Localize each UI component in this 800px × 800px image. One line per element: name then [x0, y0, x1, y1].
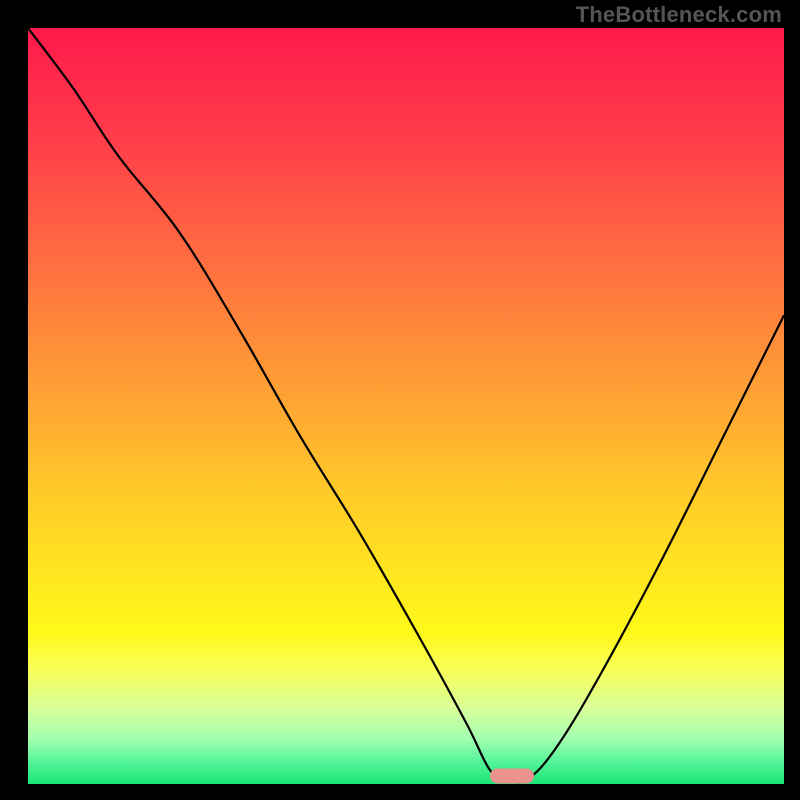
bottleneck-curve-path: [28, 28, 784, 783]
plot-area: [28, 28, 784, 784]
bottleneck-curve: [28, 28, 784, 784]
optimum-marker: [490, 769, 534, 784]
watermark-text: TheBottleneck.com: [576, 2, 782, 28]
chart-frame: TheBottleneck.com: [0, 0, 800, 800]
